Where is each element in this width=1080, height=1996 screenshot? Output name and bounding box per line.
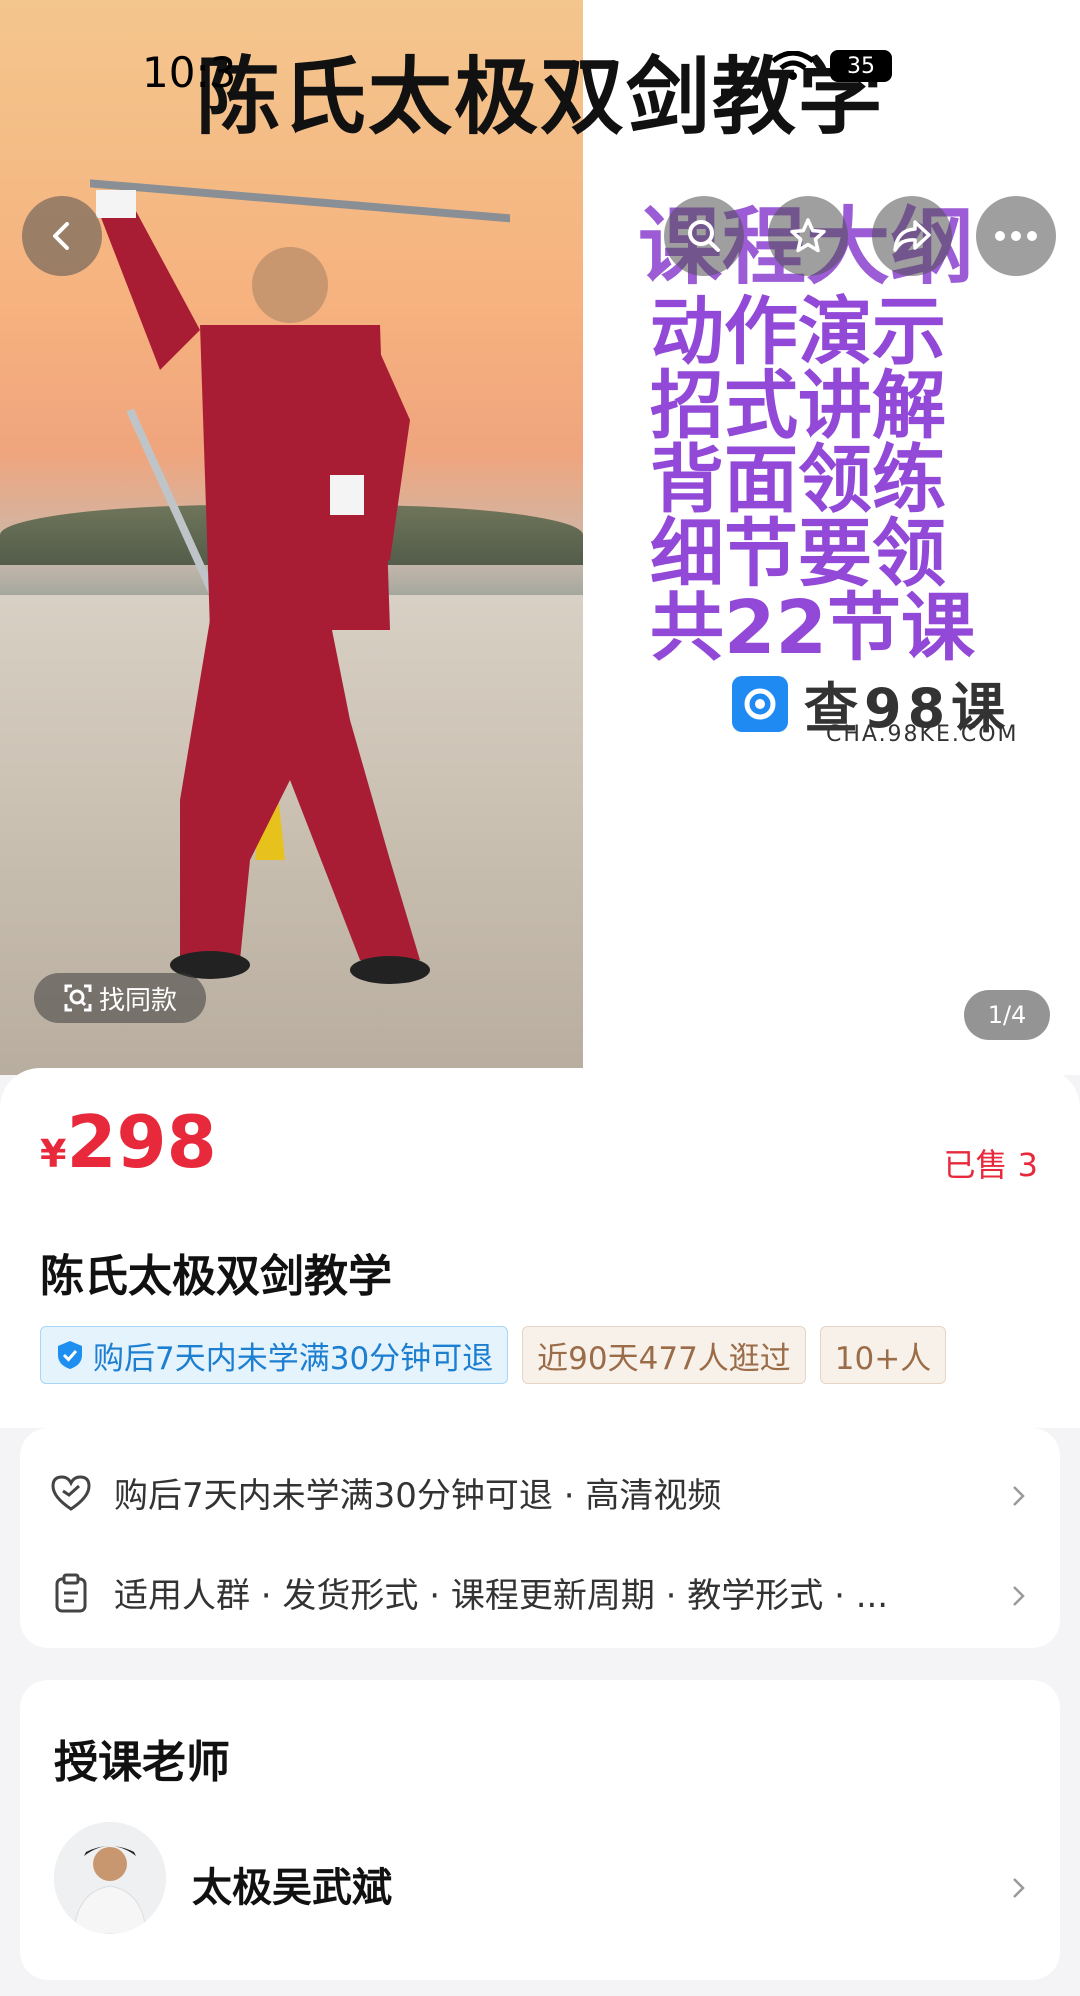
outline-item: 动作演示	[650, 289, 946, 375]
more-dots-icon	[995, 231, 1037, 241]
outline-item: 招式讲解	[650, 363, 946, 449]
sold-count: 已售 3	[943, 1146, 1038, 1184]
service-row-refund[interactable]: 购后7天内未学满30分钟可退 · 高清视频	[50, 1468, 721, 1517]
heart-shield-icon	[51, 1474, 91, 1511]
teacher-section-title: 授课老师	[54, 1737, 230, 1788]
teacher-card: 授课老师 太极吴武斌	[20, 1680, 1060, 1980]
chevron-left-icon	[53, 222, 69, 250]
outline-list: 动作演示 招式讲解 背面领练 细节要领 共22节课	[650, 295, 975, 665]
product-image-carousel[interactable]: 陈氏太极双剑教学 10:3 35 课程大纲 动作演示 招式讲解 背面领练 细节要…	[0, 0, 1080, 1075]
shield-check-icon	[58, 1341, 82, 1369]
wifi-icon	[771, 51, 815, 80]
chevron-right-icon[interactable]	[1006, 1876, 1030, 1900]
refund-tag[interactable]: 购后7天内未学满30分钟可退	[40, 1326, 509, 1384]
teacher-avatar-image	[54, 1822, 166, 1934]
outline-item: 细节要领	[650, 511, 946, 597]
watermark-logo-icon	[732, 675, 788, 732]
status-icons: 35	[770, 50, 892, 82]
price-currency: ¥	[40, 1132, 67, 1176]
outline-item: 共22节课	[650, 585, 975, 671]
favorite-button[interactable]	[768, 196, 848, 276]
price: ¥298	[40, 1100, 217, 1184]
outline-item: 背面领练	[650, 437, 946, 523]
scan-icon	[64, 984, 92, 1012]
product-title: 陈氏太极双剑教学	[40, 1251, 392, 1302]
product-photo	[0, 0, 583, 1075]
service-row-text: 购后7天内未学满30分钟可退 · 高清视频	[114, 1476, 722, 1516]
back-button[interactable]	[22, 196, 102, 276]
tag-row[interactable]: 购后7天内未学满30分钟可退 近90天477人逛过 10+人	[40, 1326, 1040, 1386]
chevron-right-icon	[1013, 1586, 1025, 1606]
find-same-label: 找同款	[98, 985, 177, 1016]
more-button[interactable]	[976, 196, 1056, 276]
share-button[interactable]	[872, 196, 952, 276]
chevron-right-icon	[1013, 1486, 1025, 1506]
refund-tag-label: 购后7天内未学满30分钟可退	[93, 1340, 494, 1377]
service-card: 购后7天内未学满30分钟可退 · 高清视频 适用人群 · 发货形式 · 课程更新…	[20, 1428, 1060, 1648]
battery-level: 35	[847, 53, 875, 79]
star-icon	[790, 218, 826, 253]
battery-icon: 35	[830, 50, 892, 82]
price-value: 298	[66, 1100, 217, 1184]
service-row-text: 适用人群 · 发货形式 · 课程更新周期 · 教学形式 · ...	[114, 1576, 889, 1616]
share-icon	[893, 220, 931, 252]
teacher-name[interactable]: 太极吴武斌	[192, 1855, 392, 1913]
service-row-details[interactable]: 适用人群 · 发货形式 · 课程更新周期 · 教学形式 · ...	[50, 1568, 888, 1617]
extra-tag[interactable]: 10+人	[819, 1326, 947, 1384]
search-button[interactable]	[664, 196, 744, 276]
status-time: 10:3	[142, 48, 237, 97]
teacher-avatar[interactable]	[54, 1822, 166, 1934]
visitors-tag[interactable]: 近90天477人逛过	[522, 1326, 806, 1384]
swordsman-figure	[90, 179, 510, 984]
find-same-button[interactable]: 找同款	[34, 973, 206, 1023]
watermark-url: CHA.98KE.COM	[826, 722, 1019, 747]
clipboard-icon	[55, 1573, 87, 1612]
search-icon	[688, 220, 720, 252]
image-pager: 1/4	[964, 990, 1050, 1040]
